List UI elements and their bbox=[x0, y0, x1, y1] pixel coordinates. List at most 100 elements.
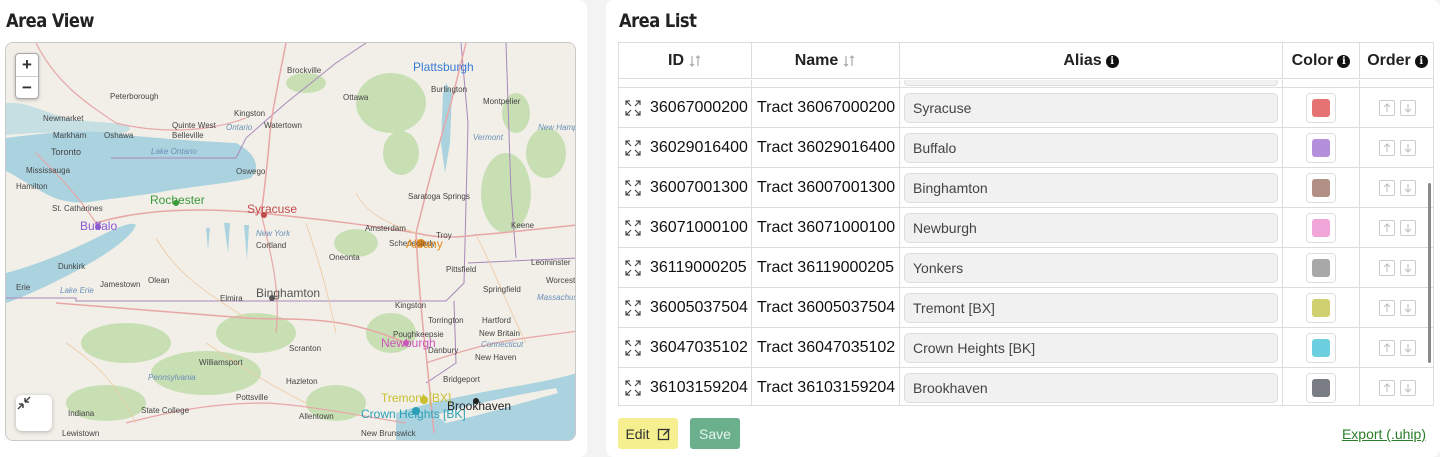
expand-icon[interactable] bbox=[624, 99, 642, 117]
move-down-button[interactable] bbox=[1400, 259, 1416, 276]
cell-order bbox=[1360, 208, 1433, 247]
move-up-button[interactable] bbox=[1379, 99, 1395, 116]
cell-name: Tract 36029016400 bbox=[752, 128, 900, 167]
alias-input[interactable] bbox=[904, 292, 1278, 323]
color-picker[interactable] bbox=[1306, 172, 1336, 203]
cell-name: Tract 36119000205 bbox=[752, 248, 900, 287]
column-header-name-label: Name bbox=[794, 52, 839, 69]
column-header-color-label: Color bbox=[1291, 52, 1334, 69]
map-town-label: Oshawa bbox=[104, 131, 134, 140]
color-picker[interactable] bbox=[1306, 92, 1336, 123]
alias-input[interactable] bbox=[904, 172, 1278, 203]
table-scrollbar[interactable] bbox=[1428, 183, 1431, 363]
cell-color bbox=[1283, 208, 1360, 247]
map-town-label: New Brunswick bbox=[361, 429, 416, 438]
move-up-button[interactable] bbox=[1379, 379, 1395, 396]
move-down-button[interactable] bbox=[1400, 339, 1416, 356]
move-down-button[interactable] bbox=[1400, 379, 1416, 396]
expand-icon[interactable] bbox=[624, 259, 642, 277]
map-city-label-tremont: Tremont [BX] bbox=[381, 391, 452, 405]
map-town-label: Hartford bbox=[482, 316, 511, 325]
table-row: 36071000100 Tract 36071000100 bbox=[619, 208, 1433, 248]
color-picker[interactable] bbox=[1306, 252, 1336, 283]
map-town-label: Pittsfield bbox=[446, 265, 477, 274]
expand-icon[interactable] bbox=[624, 299, 642, 317]
map-town-label: Elmira bbox=[220, 294, 243, 303]
map-town-label: Allentown bbox=[299, 412, 334, 421]
column-header-name[interactable]: Name bbox=[752, 43, 900, 79]
edit-button[interactable]: Edit bbox=[618, 418, 678, 449]
zoom-in-button[interactable]: + bbox=[16, 54, 38, 76]
map-town-label: Quinte West bbox=[172, 121, 216, 130]
map-town-label: Newmarket bbox=[43, 114, 84, 123]
color-picker[interactable] bbox=[1306, 332, 1336, 363]
area-id: 36067000200 bbox=[650, 98, 748, 116]
expand-icon[interactable] bbox=[624, 339, 642, 357]
map-town-label: Williamsport bbox=[199, 358, 243, 367]
color-picker[interactable] bbox=[1306, 292, 1336, 323]
column-header-id[interactable]: ID bbox=[619, 43, 752, 79]
column-header-id-label: ID bbox=[668, 52, 684, 69]
color-picker[interactable] bbox=[1306, 372, 1336, 403]
move-down-button[interactable] bbox=[1400, 179, 1416, 196]
move-down-button[interactable] bbox=[1400, 139, 1416, 156]
alias-input[interactable] bbox=[904, 332, 1278, 363]
cell-id: 36005037504 bbox=[619, 288, 752, 327]
cell-alias bbox=[900, 288, 1283, 327]
map-town-label: Ottawa bbox=[343, 93, 369, 102]
cell-color bbox=[1283, 168, 1360, 207]
alias-input[interactable] bbox=[904, 132, 1278, 163]
info-icon[interactable]: i bbox=[1105, 54, 1119, 68]
fit-bounds-button[interactable] bbox=[16, 395, 52, 431]
expand-icon[interactable] bbox=[624, 219, 642, 237]
export-link[interactable]: Export (.uhip) bbox=[1342, 426, 1426, 442]
arrow-down-icon bbox=[1404, 143, 1412, 153]
info-icon[interactable]: i bbox=[1337, 54, 1351, 68]
info-icon[interactable]: i bbox=[1414, 54, 1428, 68]
map-town-label: Amsterdam bbox=[365, 224, 406, 233]
move-up-button[interactable] bbox=[1379, 299, 1395, 316]
map-town-label: Peterborough bbox=[110, 92, 159, 101]
area-name: Tract 36103159204 bbox=[757, 378, 896, 396]
cell-color bbox=[1283, 368, 1360, 405]
expand-icon[interactable] bbox=[624, 139, 642, 157]
move-up-button[interactable] bbox=[1379, 259, 1395, 276]
table-body: 36067000200 Tract 36067000200 Syracuse 3… bbox=[619, 80, 1433, 405]
move-up-button[interactable] bbox=[1379, 139, 1395, 156]
map-city-label-albany: Albany bbox=[406, 237, 443, 251]
alias-input[interactable] bbox=[904, 372, 1278, 403]
color-picker[interactable] bbox=[1306, 132, 1336, 163]
move-up-button[interactable] bbox=[1379, 339, 1395, 356]
move-up-button[interactable] bbox=[1379, 219, 1395, 236]
move-up-button[interactable] bbox=[1379, 179, 1395, 196]
column-header-alias-label: Alias bbox=[1063, 52, 1102, 69]
move-down-button[interactable] bbox=[1400, 99, 1416, 116]
cell-alias bbox=[900, 168, 1283, 207]
map-town-label: Keene bbox=[511, 221, 535, 230]
cell-name: Tract 36103159204 bbox=[752, 368, 900, 405]
map-view[interactable]: Lake Ontario Lake Erie New York Vermont … bbox=[5, 42, 576, 441]
map-town-label: Oswego bbox=[236, 167, 266, 176]
map-town-label: Springfield bbox=[483, 285, 521, 294]
save-button[interactable]: Save bbox=[690, 418, 740, 449]
arrow-up-icon bbox=[1383, 102, 1391, 112]
zoom-out-button[interactable]: − bbox=[16, 76, 38, 98]
table-row bbox=[619, 80, 1433, 88]
map-water-label: New Hampshire bbox=[538, 123, 576, 132]
alias-input[interactable] bbox=[904, 80, 1278, 86]
move-down-button[interactable] bbox=[1400, 219, 1416, 236]
map-water-label: Lake Erie bbox=[60, 286, 94, 295]
area-id: 36103159204 bbox=[650, 378, 748, 396]
table-row: 36047035102 Tract 36047035102 bbox=[619, 328, 1433, 368]
cell-color bbox=[1283, 248, 1360, 287]
expand-icon[interactable] bbox=[624, 379, 642, 397]
expand-icon[interactable] bbox=[624, 179, 642, 197]
alias-input[interactable] bbox=[904, 212, 1278, 243]
color-picker[interactable] bbox=[1306, 212, 1336, 243]
cell-color bbox=[1283, 128, 1360, 167]
alias-input[interactable] bbox=[904, 252, 1278, 283]
area-id: 36029016400 bbox=[650, 138, 748, 156]
move-down-button[interactable] bbox=[1400, 299, 1416, 316]
cell-order bbox=[1360, 88, 1433, 127]
alias-input[interactable] bbox=[904, 92, 1278, 123]
